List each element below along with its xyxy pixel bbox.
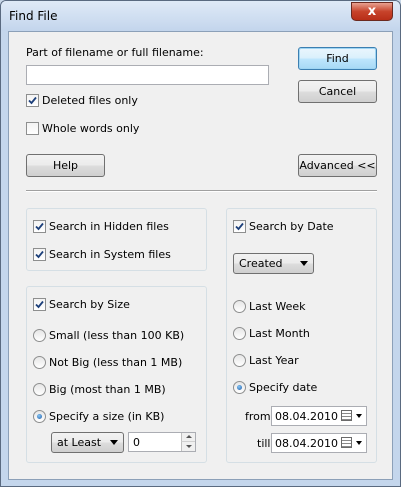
- date-type-value: Created: [239, 257, 283, 270]
- date-last-week-label: Last Week: [249, 300, 306, 313]
- checkmark-icon: [28, 96, 37, 105]
- size-big-label: Big (most than 1 MB): [49, 383, 166, 396]
- date-specify-radio[interactable]: [233, 381, 246, 394]
- checkmark-icon: [35, 300, 44, 309]
- size-not-big-radio[interactable]: [33, 356, 46, 369]
- section-separator: [26, 190, 377, 192]
- size-value: 0: [133, 436, 140, 449]
- date-till-label: till: [257, 437, 271, 450]
- size-value-stepper[interactable]: 0: [128, 432, 196, 452]
- date-last-month-label: Last Month: [249, 327, 310, 340]
- radio-selected-dot: [237, 385, 242, 390]
- whole-words-checkbox[interactable]: [26, 122, 39, 135]
- filename-label: Part of filename or full filename:: [26, 46, 204, 59]
- cancel-button[interactable]: Cancel: [298, 80, 377, 103]
- size-big-radio[interactable]: [33, 383, 46, 396]
- window-title: Find File: [9, 9, 58, 23]
- chevron-down-icon[interactable]: [356, 441, 362, 445]
- size-specify-radio[interactable]: [33, 410, 46, 423]
- search-system-label: Search in System files: [49, 248, 171, 261]
- checkmark-icon: [35, 250, 44, 259]
- checkmark-icon: [35, 222, 44, 231]
- search-hidden-label: Search in Hidden files: [49, 220, 169, 233]
- chevron-down-icon[interactable]: [356, 414, 362, 418]
- find-file-window: Find File x Part of filename or full fil…: [0, 0, 401, 487]
- chevron-down-icon: [110, 440, 118, 445]
- search-by-size-checkbox[interactable]: [33, 298, 46, 311]
- date-last-year-label: Last Year: [249, 354, 299, 367]
- checkmark-icon: [235, 222, 244, 231]
- search-by-date-checkbox[interactable]: [233, 220, 246, 233]
- search-system-checkbox[interactable]: [33, 248, 46, 261]
- dialog-client-area: Part of filename or full filename: Find …: [8, 31, 393, 480]
- calendar-icon[interactable]: [341, 410, 352, 421]
- whole-words-label: Whole words only: [42, 122, 140, 135]
- date-last-month-radio[interactable]: [233, 327, 246, 340]
- size-specify-label: Specify a size (in KB): [49, 410, 165, 423]
- date-from-label: from: [245, 410, 271, 423]
- size-small-radio[interactable]: [33, 329, 46, 342]
- deleted-only-label: Deleted files only: [42, 94, 138, 107]
- date-last-year-radio[interactable]: [233, 354, 246, 367]
- filename-input[interactable]: [26, 65, 269, 85]
- help-button[interactable]: Help: [26, 154, 105, 177]
- search-hidden-checkbox[interactable]: [33, 220, 46, 233]
- spin-down-icon[interactable]: [181, 442, 195, 451]
- attributes-group: [26, 208, 207, 271]
- size-comparator-value: at Least: [57, 436, 102, 449]
- search-by-date-label: Search by Date: [249, 220, 334, 233]
- size-comparator-dropdown[interactable]: at Least: [51, 432, 124, 453]
- spin-up-icon[interactable]: [181, 433, 195, 442]
- date-till-picker[interactable]: 08.04.2010: [271, 433, 367, 453]
- search-by-size-label: Search by Size: [49, 298, 130, 311]
- date-specify-label: Specify date: [249, 381, 318, 394]
- size-small-label: Small (less than 100 KB): [49, 329, 185, 342]
- close-button[interactable]: x: [351, 2, 393, 21]
- close-icon: x: [367, 4, 377, 19]
- radio-selected-dot: [37, 414, 42, 419]
- calendar-icon[interactable]: [341, 437, 352, 448]
- find-button[interactable]: Find: [298, 47, 377, 70]
- deleted-only-checkbox[interactable]: [26, 94, 39, 107]
- date-till-value: 08.04.2010: [275, 437, 338, 450]
- advanced-button[interactable]: Advanced <<: [298, 154, 377, 177]
- date-last-week-radio[interactable]: [233, 300, 246, 313]
- date-from-value: 08.04.2010: [275, 410, 338, 423]
- title-bar[interactable]: Find File x: [1, 1, 400, 31]
- size-not-big-label: Not Big (less than 1 MB): [49, 356, 183, 369]
- date-type-dropdown[interactable]: Created: [233, 253, 314, 274]
- chevron-down-icon: [300, 261, 308, 266]
- date-from-picker[interactable]: 08.04.2010: [271, 406, 367, 426]
